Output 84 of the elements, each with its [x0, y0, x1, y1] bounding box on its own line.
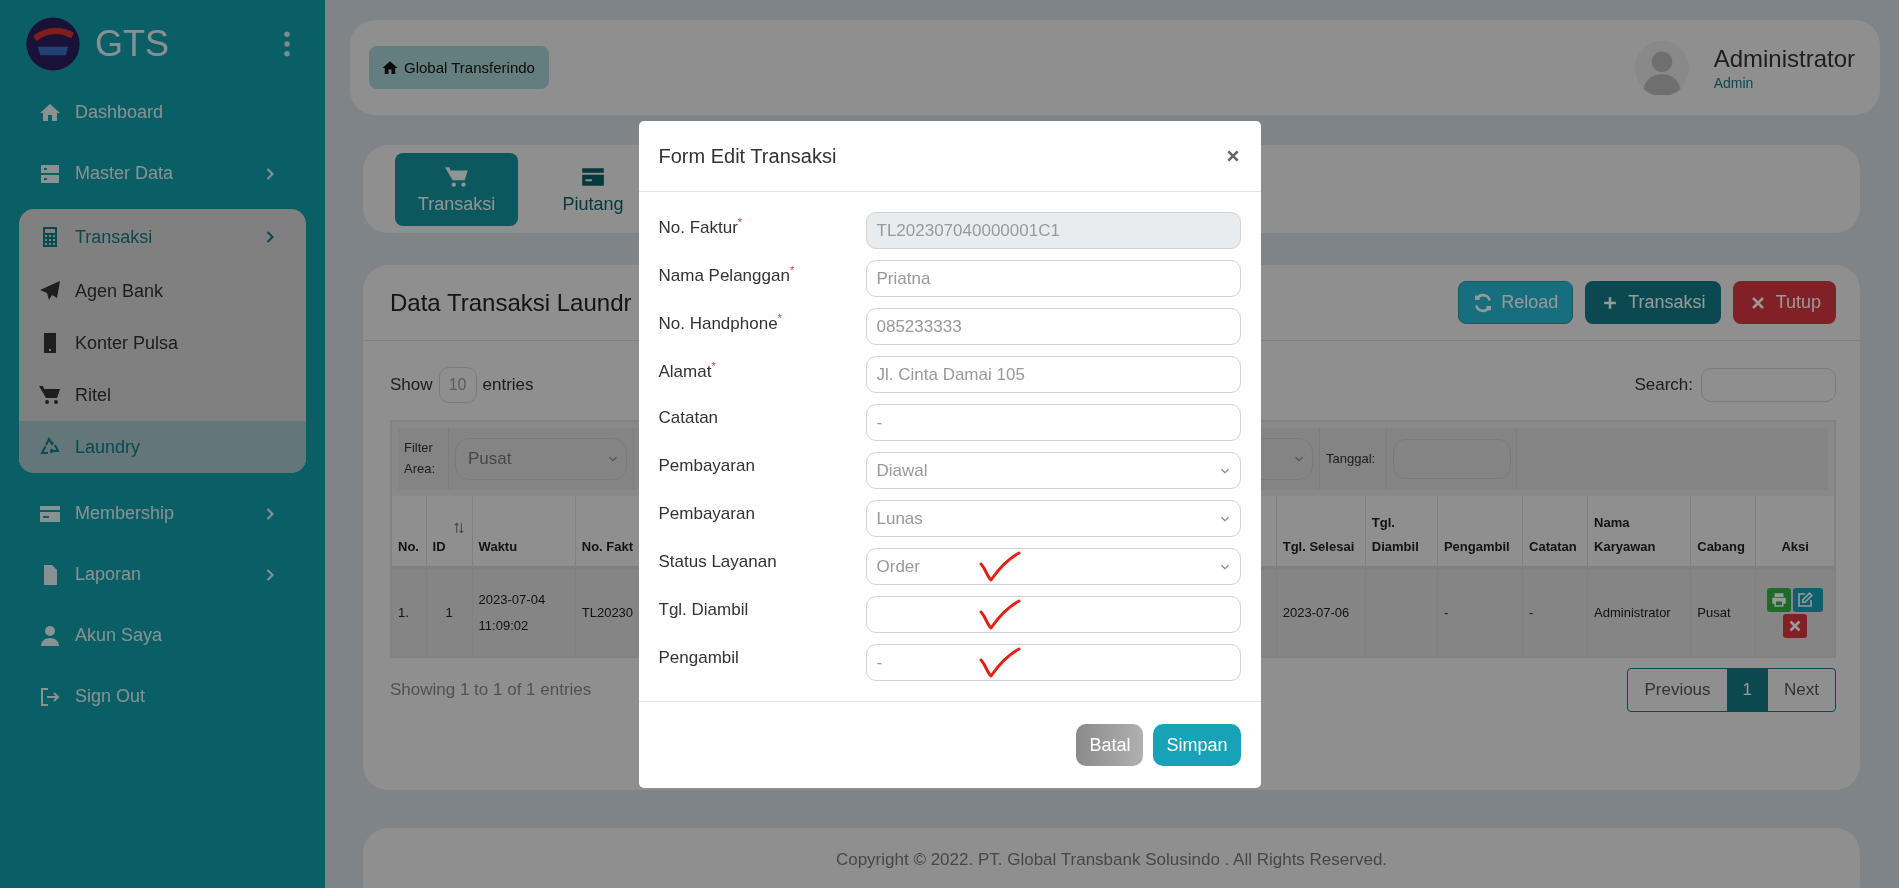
edit-icon	[1796, 591, 1815, 609]
add-button[interactable]: Transaksi	[1585, 281, 1721, 324]
field-label: Catatan	[658, 407, 720, 429]
field-label: Nama Pelanggan$^{*}$	[658, 263, 796, 287]
menu-item[interactable]: Dashboard	[0, 82, 325, 143]
input-field[interactable]: -	[865, 404, 1241, 441]
entries-info: Showing 1 to 1 of 1 entries	[390, 680, 592, 700]
breadcrumb-button[interactable]: Global Transferindo	[369, 46, 549, 89]
avatar-icon	[1634, 40, 1689, 95]
menu-item[interactable]: Membership	[0, 483, 325, 544]
logo-icon	[25, 16, 81, 72]
submenu-item[interactable]: Konter Pulsa	[19, 317, 306, 369]
cancel-button[interactable]: Batal	[1076, 724, 1144, 766]
more-menu-icon[interactable]	[283, 31, 291, 57]
close-button[interactable]: Tutup	[1732, 281, 1836, 324]
field-label: Pembayaran	[658, 455, 756, 477]
delete-button[interactable]	[1783, 614, 1808, 638]
refresh-icon	[1473, 292, 1494, 313]
submenu-item[interactable]: Agen Bank	[19, 265, 306, 317]
edit-button[interactable]	[1793, 588, 1824, 612]
table-cell: 1	[445, 605, 453, 620]
column-header[interactable]: Waktu	[478, 534, 569, 558]
printer-icon	[1770, 591, 1789, 609]
column-header[interactable]: ID	[432, 534, 466, 558]
menu-item[interactable]: Transaksi	[19, 209, 306, 265]
column-header[interactable]: Tgl. Selesai	[1282, 534, 1359, 558]
input-field[interactable]: -	[865, 644, 1241, 681]
table-cell: Pusat	[1697, 605, 1731, 620]
filter-label: Tanggal:	[1326, 449, 1376, 468]
table-cell: -	[1529, 605, 1534, 620]
user-role: Admin	[1713, 74, 1755, 91]
column-header[interactable]: Nama Karyawan	[1594, 511, 1685, 558]
filter-label: Filter Area:	[404, 439, 437, 478]
pagination-button[interactable]: Previous	[1628, 669, 1727, 711]
select-field[interactable]: Diawal	[865, 452, 1241, 489]
column-header[interactable]: No.	[398, 534, 420, 558]
menu-item[interactable]: Sign Out	[0, 666, 325, 727]
input-field[interactable]: Priatna	[865, 260, 1241, 297]
pagination-button[interactable]: 1	[1726, 669, 1769, 711]
submenu-item[interactable]: Ritel	[19, 369, 306, 421]
table-cell: 2023-07-06	[1282, 605, 1350, 620]
field-label: Pembayaran	[658, 503, 756, 525]
select-field[interactable]: Order	[865, 548, 1241, 585]
field-label: No. Handphone$^{*}$	[658, 311, 783, 335]
search-label: Search:	[1634, 374, 1693, 395]
panel-title: Data Transaksi Laundr	[390, 288, 632, 317]
menu-item[interactable]: Master Data	[0, 143, 325, 204]
reload-button[interactable]: Reload	[1458, 281, 1574, 324]
print-button[interactable]	[1767, 588, 1792, 612]
field-label: No. Faktur$^{*}$	[658, 215, 744, 239]
submenu-item[interactable]: Laundry	[19, 421, 306, 473]
table-cell: 1.	[398, 605, 409, 620]
column-header[interactable]: Cabang	[1697, 534, 1750, 558]
brand-name: GTS	[95, 23, 169, 65]
field-label: Alamat$^{*}$	[658, 359, 717, 383]
save-button[interactable]: Simpan	[1153, 724, 1241, 766]
table-cell: -	[1443, 605, 1449, 620]
table-cell: Administrator	[1594, 605, 1671, 620]
column-header[interactable]: Catatan	[1529, 534, 1582, 558]
cart-icon	[38, 383, 62, 407]
select-field[interactable]: Lunas	[865, 500, 1241, 537]
copyright-text: Copyright © 2022. PT. Global Transbank Solusindo . All Rights Reserved.	[835, 850, 1388, 871]
user-name: Administrator	[1713, 44, 1855, 73]
column-header[interactable]: Aksi	[1781, 534, 1809, 558]
menu-item[interactable]: Akun Saya	[0, 605, 325, 666]
user-icon	[38, 623, 62, 648]
table-cell: TL20230	[581, 605, 634, 620]
area-select[interactable]: Pusat	[455, 438, 627, 480]
menu-item[interactable]: Laporan	[0, 544, 325, 605]
column-header[interactable]: Tgl. Diambil	[1371, 511, 1431, 558]
input-field[interactable]: 085233333	[865, 308, 1241, 345]
field-label: Tgl. Diambil	[658, 599, 750, 621]
input-field[interactable]	[865, 596, 1241, 633]
table-cell: 2023-07-04 11:09:02	[478, 592, 546, 633]
length-label: Show	[390, 374, 433, 395]
input-field[interactable]: Jl. Cinta Damai 105	[865, 356, 1241, 393]
tab[interactable]: Piutang	[548, 152, 638, 226]
field-label: Status Layanan	[658, 551, 778, 573]
tab[interactable]: Transaksi	[395, 152, 518, 226]
column-header[interactable]: Pengambil	[1443, 534, 1517, 558]
field-label: Pengambil	[658, 647, 740, 669]
length-label: entries	[482, 374, 534, 395]
dialog-title: Form Edit Transaksi	[658, 144, 837, 168]
pagination-button[interactable]: Next	[1768, 669, 1835, 711]
